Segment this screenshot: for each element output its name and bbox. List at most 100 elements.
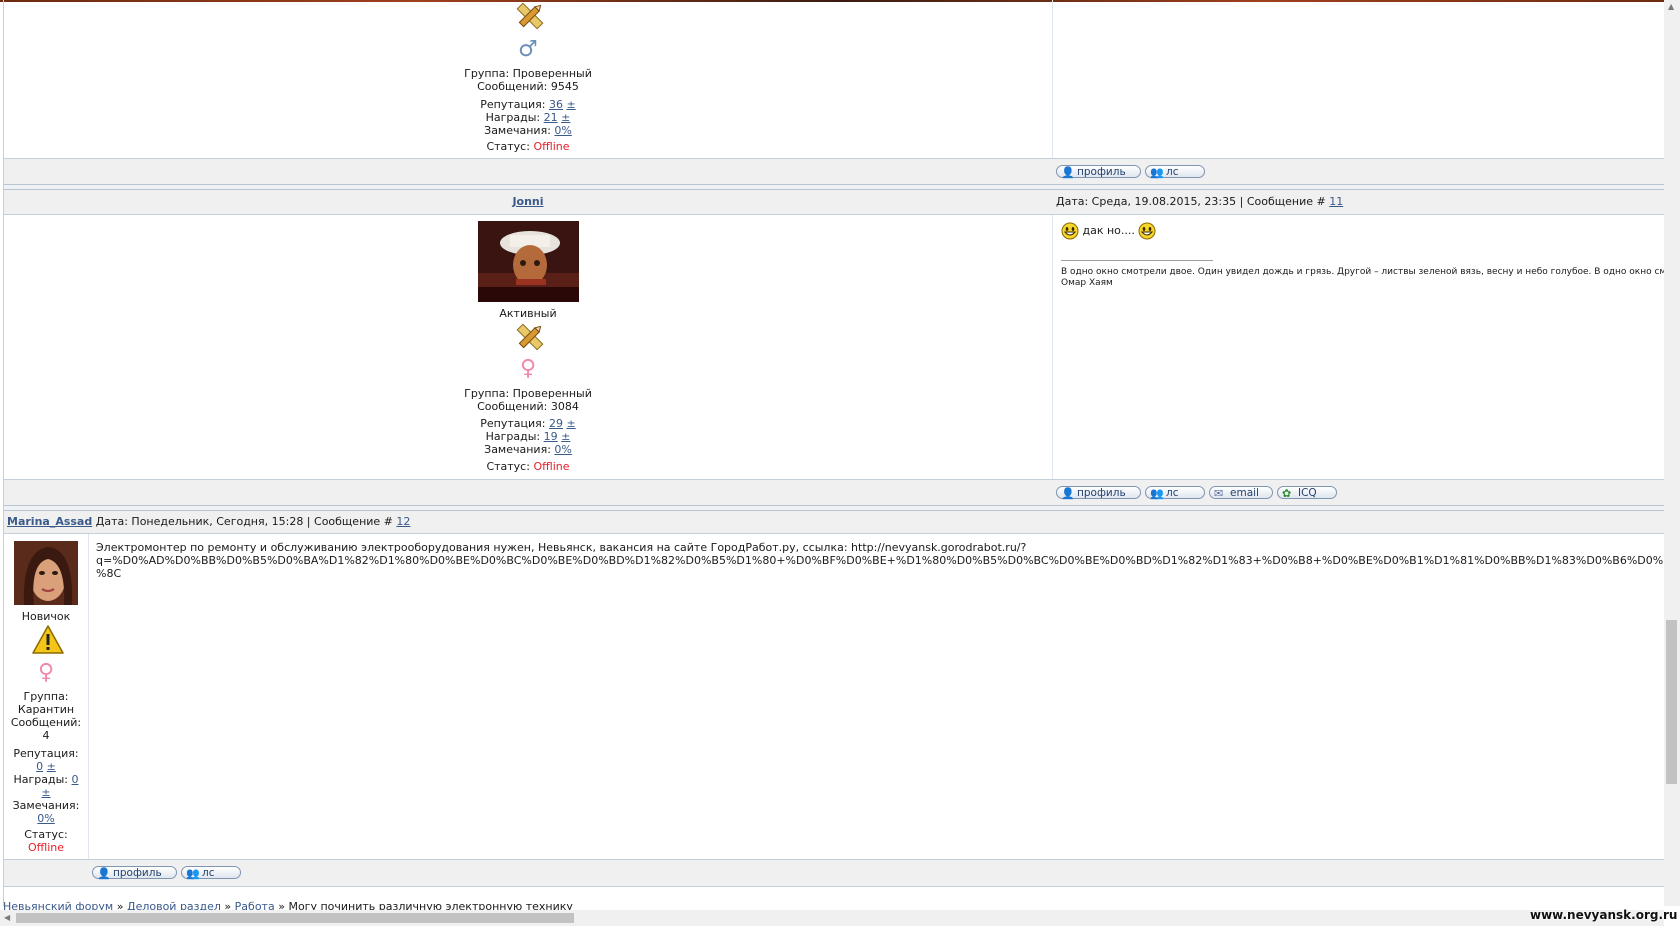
- signature-divider: [1061, 260, 1213, 261]
- warnings-link[interactable]: 0%: [37, 812, 54, 825]
- rewards-label: Награды:: [485, 111, 541, 124]
- post-prev-content: [1053, 0, 1665, 158]
- messages-count: Сообщений: 9545: [477, 80, 579, 93]
- reputation-link[interactable]: 36: [549, 98, 563, 111]
- rewards-link[interactable]: 19: [544, 430, 558, 443]
- reputation-row: 0 ±: [4, 760, 88, 773]
- male-icon: ♂: [518, 37, 538, 62]
- scroll-up-icon[interactable]: ▲: [1668, 2, 1674, 11]
- warnings-link[interactable]: 0%: [554, 443, 571, 456]
- reputation-link[interactable]: 0: [36, 760, 43, 773]
- horizontal-scrollbar[interactable]: ◀: [0, 910, 1664, 926]
- rewards-label: Награды:: [13, 773, 68, 786]
- icq-flower-icon: ✿: [1282, 487, 1292, 500]
- warnings-label: Замечания:: [12, 799, 80, 812]
- warnings-label: Замечания:: [484, 124, 551, 137]
- reputation-vote-link[interactable]: ±: [567, 417, 576, 430]
- messages-count: Сообщений: 3084: [477, 400, 579, 413]
- reputation-link[interactable]: 29: [549, 417, 563, 430]
- pm-button[interactable]: 👥 лс: [181, 866, 241, 880]
- users-icon: 👥: [186, 867, 200, 880]
- post-marina-body: Новичок ♀ Группа: Карантин Сообщений: 4 …: [4, 534, 1665, 859]
- username-cell: Jonni: [4, 195, 1052, 208]
- profile-button[interactable]: 👤 профиль: [1056, 486, 1141, 500]
- post-marina-header: Marina_Assad Дата: Понедельник, Сегодня,…: [4, 511, 1665, 534]
- warnings-label: Замечания:: [484, 443, 551, 456]
- award-icon: [516, 323, 544, 351]
- scroll-left-icon[interactable]: ◀: [4, 913, 10, 922]
- rewards-link[interactable]: 0: [72, 773, 79, 786]
- rewards-label: Награды:: [485, 430, 541, 443]
- message-number-link[interactable]: 11: [1329, 195, 1343, 208]
- post-date: Дата: Среда, 19.08.2015, 23:35 | Сообщен…: [1056, 195, 1344, 208]
- reputation-vote-link[interactable]: ±: [567, 98, 576, 111]
- email-button[interactable]: ✉ email: [1209, 486, 1273, 500]
- vertical-scroll-thumb[interactable]: [1666, 620, 1677, 784]
- grin-smiley-icon: [1138, 222, 1156, 240]
- pm-button[interactable]: 👥 лс: [1145, 486, 1205, 500]
- status-value: Offline: [533, 460, 570, 473]
- female-icon: ♀: [519, 356, 537, 381]
- message-text: дак но....: [1061, 222, 1156, 240]
- user-rank: Активный: [499, 307, 557, 320]
- warnings-row: 0%: [4, 812, 88, 825]
- status-value: Offline: [533, 140, 570, 153]
- profile-button[interactable]: 👤 профиль: [1056, 165, 1141, 179]
- user-rank: Новичок: [21, 610, 71, 623]
- signature-author: Омар Хаям: [1061, 278, 1113, 288]
- user-icon: 👤: [97, 867, 111, 880]
- status-row: Статус: Offline: [4, 140, 1052, 153]
- group-value: Карантин: [17, 703, 75, 716]
- status-value: Offline: [27, 841, 65, 854]
- rewards-row: Награды: 19 ±: [4, 430, 1052, 443]
- post-marina-buttons: 👤 профиль 👥 лс: [4, 859, 1665, 887]
- post-marina-header-row: Marina_Assad Дата: Понедельник, Сегодня,…: [7, 515, 410, 528]
- reputation-label: Репутация:: [480, 98, 546, 111]
- rewards-vote-row: ±: [4, 786, 88, 799]
- reputation-label: Репутация:: [13, 747, 79, 760]
- rewards-vote-link[interactable]: ±: [561, 111, 570, 124]
- icq-button[interactable]: ✿ ICQ: [1277, 486, 1337, 500]
- reputation-row: Репутация: 29 ±: [4, 417, 1052, 430]
- user-icon: 👤: [1061, 487, 1075, 500]
- profile-button[interactable]: 👤 профиль: [92, 866, 177, 880]
- message-number-link[interactable]: 12: [396, 515, 410, 528]
- rewards-link[interactable]: 21: [544, 111, 558, 124]
- post-jonni-body: Активный ♀ Группа: Проверенный Сообщений…: [4, 215, 1665, 479]
- username-link[interactable]: Jonni: [512, 195, 543, 208]
- users-icon: 👥: [1150, 487, 1164, 500]
- messages-value: 4: [42, 729, 50, 742]
- group-label: Группа: Проверенный: [464, 67, 592, 80]
- signature-text: В одно окно смотрели двое. Один увидел д…: [1061, 267, 1665, 277]
- avatar: [14, 541, 78, 605]
- warnings-row: Замечания: 0%: [4, 443, 1052, 456]
- group-label: Группа: Проверенный: [464, 387, 592, 400]
- rewards-row: Награды: 21 ±: [4, 111, 1052, 124]
- signature: В одно окно смотрели двое. Один увидел д…: [1061, 267, 1665, 289]
- rewards-row: Награды: 0: [4, 773, 88, 786]
- warnings-link[interactable]: 0%: [554, 124, 571, 137]
- status-label: Статус:: [24, 828, 68, 841]
- messages-label: Сообщений:: [10, 716, 82, 729]
- reputation-vote-link[interactable]: ±: [47, 760, 56, 773]
- pm-button[interactable]: 👥 лс: [1145, 165, 1205, 179]
- warning-icon: [32, 625, 64, 654]
- post-marina-author: Новичок ♀ Группа: Карантин Сообщений: 4 …: [4, 534, 89, 859]
- site-watermark: www.nevyansk.org.ru: [1530, 908, 1678, 922]
- horizontal-scroll-thumb[interactable]: [16, 913, 574, 923]
- post-date: Дата: Понедельник, Сегодня, 15:28 | Сооб…: [95, 515, 393, 528]
- reputation-row: Репутация: 36 ±: [4, 98, 1052, 111]
- users-icon: 👥: [1150, 166, 1164, 179]
- rewards-vote-link[interactable]: ±: [561, 430, 570, 443]
- forum-thread: ♂ Группа: Проверенный Сообщений: 9545 Ре…: [3, 0, 1665, 906]
- post-prev-buttons: 👤 профиль 👥 лс: [4, 158, 1665, 185]
- status-row: Статус: Offline: [4, 460, 1052, 473]
- rewards-vote-link[interactable]: ±: [41, 786, 50, 799]
- award-icon: [516, 2, 544, 30]
- avatar: [478, 221, 579, 302]
- post-jonni-content: дак но.... В одно окно смотрели двое. Од…: [1053, 215, 1665, 479]
- vertical-scrollbar[interactable]: ▲: [1664, 0, 1680, 906]
- envelope-icon: ✉: [1214, 487, 1224, 500]
- username-link[interactable]: Marina_Assad: [7, 515, 92, 528]
- post-jonni-header: Jonni Дата: Среда, 19.08.2015, 23:35 | С…: [4, 190, 1665, 215]
